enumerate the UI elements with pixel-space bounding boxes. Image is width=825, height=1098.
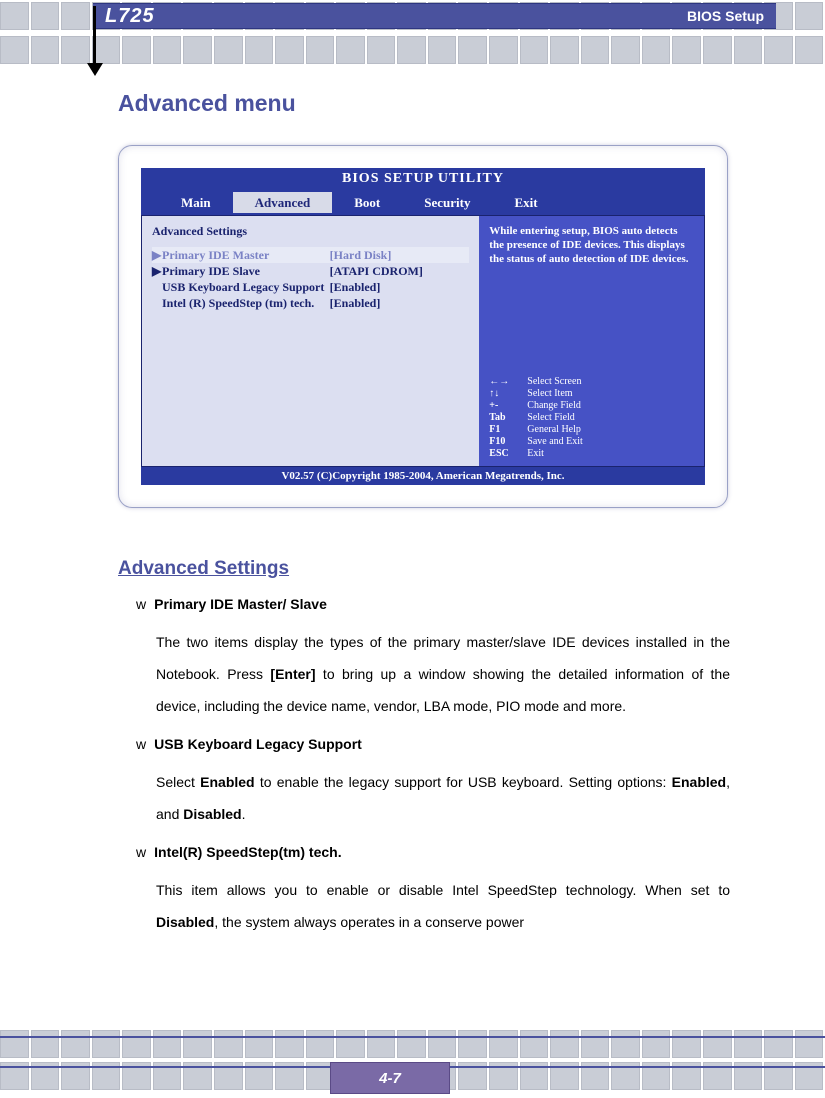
- bios-key-desc: Exit: [527, 448, 544, 460]
- bios-row-label-text: Intel (R) SpeedStep (tm) tech.: [162, 296, 314, 310]
- header-bar: L725 BIOS Setup: [93, 3, 776, 29]
- bios-row[interactable]: ▶Primary IDE Slave[ATAPI CDROM]: [152, 263, 469, 279]
- bios-key-row: ESCExit: [489, 448, 694, 460]
- bold-text: Enabled: [672, 774, 726, 790]
- bios-left-heading: Advanced Settings: [152, 224, 469, 239]
- bios-tab-main[interactable]: Main: [159, 192, 233, 213]
- setting-item: w Primary IDE Master/ Slave The two items …: [136, 596, 730, 722]
- bios-row-label-text: Primary IDE Slave: [162, 264, 260, 278]
- settings-title: Advanced Settings: [118, 558, 730, 580]
- bullet-icon: w: [136, 596, 146, 612]
- bios-key-legend: ←→Select Screen↑↓Select Item+-Change Fie…: [489, 376, 694, 460]
- bios-key-desc: Select Screen: [527, 376, 581, 388]
- bios-key-row: TabSelect Field: [489, 412, 694, 424]
- bios-row-label-text: USB Keyboard Legacy Support: [162, 280, 324, 294]
- bold-text: [Enter]: [270, 666, 315, 682]
- section-label: BIOS Setup: [687, 8, 764, 24]
- bios-tabs: MainAdvancedBootSecurityExit: [141, 190, 705, 215]
- setting-item-head: w Primary IDE Master/ Slave: [136, 596, 730, 612]
- bios-row-label-text: Primary IDE Master: [162, 248, 269, 262]
- bios-row-value: [ATAPI CDROM]: [330, 263, 470, 279]
- pointer-icon: ▶: [152, 247, 162, 263]
- bios-tab-advanced[interactable]: Advanced: [233, 192, 333, 213]
- arrow-stem: [93, 6, 96, 64]
- bold-text: Disabled: [156, 914, 214, 930]
- bios-key: ↑↓: [489, 388, 527, 400]
- bullet-icon: w: [136, 736, 146, 752]
- bios-tab-boot[interactable]: Boot: [332, 192, 402, 213]
- bios-row[interactable]: Intel (R) SpeedStep (tm) tech. [Enabled]: [152, 295, 469, 311]
- model-label: L725: [105, 5, 155, 28]
- bold-text: Enabled: [200, 774, 254, 790]
- bios-row-label: ▶Primary IDE Master: [152, 247, 330, 263]
- bios-key-row: ←→Select Screen: [489, 376, 694, 388]
- bios-key-row: F1General Help: [489, 424, 694, 436]
- bios-row-value: [Enabled]: [330, 279, 470, 295]
- bios-row-label: USB Keyboard Legacy Support: [152, 279, 330, 295]
- setting-item-head: w Intel(R) SpeedStep(tm) tech.: [136, 844, 730, 860]
- bios-key: Tab: [489, 412, 527, 424]
- body-text: Select: [156, 774, 200, 790]
- bios-key-desc: Select Field: [527, 412, 575, 424]
- bios-help-text: While entering setup, BIOS auto detects …: [489, 224, 694, 266]
- setting-item-body: This item allows you to enable or disabl…: [156, 874, 730, 938]
- bios-row[interactable]: USB Keyboard Legacy Support [Enabled]: [152, 279, 469, 295]
- bios-row-label: Intel (R) SpeedStep (tm) tech.: [152, 295, 330, 311]
- deco-strip-top-2: [0, 36, 825, 70]
- setting-item-body: The two items display the types of the p…: [156, 626, 730, 722]
- bios-key: F10: [489, 436, 527, 448]
- setting-item-title: Primary IDE Master/ Slave: [154, 596, 327, 612]
- arrow-down-icon: [87, 63, 103, 76]
- bios-right-pane: While entering setup, BIOS auto detects …: [479, 216, 704, 466]
- bios-key: F1: [489, 424, 527, 436]
- bios-screen: BIOS SETUP UTILITY MainAdvancedBootSecur…: [141, 168, 705, 485]
- setting-item-title: Intel(R) SpeedStep(tm) tech.: [154, 844, 341, 860]
- bios-key-row: ↑↓Select Item: [489, 388, 694, 400]
- bullet-icon: w: [136, 844, 146, 860]
- bios-key: +-: [489, 400, 527, 412]
- bios-key-desc: Save and Exit: [527, 436, 583, 448]
- bios-left-pane: Advanced Settings ▶Primary IDE Master[Ha…: [142, 216, 479, 466]
- page-number: 4-7: [330, 1062, 450, 1094]
- pointer-icon: ▶: [152, 263, 162, 279]
- bios-tab-exit[interactable]: Exit: [492, 192, 559, 213]
- bios-key-desc: General Help: [527, 424, 581, 436]
- bios-screenshot-frame: BIOS SETUP UTILITY MainAdvancedBootSecur…: [118, 145, 728, 508]
- body-text: .: [242, 806, 246, 822]
- bold-text: Disabled: [183, 806, 241, 822]
- bios-key: ESC: [489, 448, 527, 460]
- setting-item-title: USB Keyboard Legacy Support: [154, 736, 362, 752]
- body-text: This item allows you to enable or disabl…: [156, 882, 730, 898]
- bios-key: ←→: [489, 376, 527, 388]
- bios-key-desc: Change Field: [527, 400, 581, 412]
- setting-item-body: Select Enabled to enable the legacy supp…: [156, 766, 730, 830]
- body-text: , the system always operates in a conser…: [214, 914, 524, 930]
- bios-tab-security[interactable]: Security: [402, 192, 492, 213]
- bios-row-value: [Enabled]: [330, 295, 470, 311]
- setting-item: w Intel(R) SpeedStep(tm) tech. This item a…: [136, 844, 730, 938]
- bios-key-desc: Select Item: [527, 388, 572, 400]
- body-text: to enable the legacy support for USB key…: [255, 774, 672, 790]
- rule-1: [0, 1036, 825, 1038]
- bios-row-label: ▶Primary IDE Slave: [152, 263, 330, 279]
- setting-item: w USB Keyboard Legacy Support Select Enabl…: [136, 736, 730, 830]
- setting-item-head: w USB Keyboard Legacy Support: [136, 736, 730, 752]
- bios-key-row: +-Change Field: [489, 400, 694, 412]
- bios-footer: V02.57 (C)Copyright 1985-2004, American …: [141, 467, 705, 485]
- bios-row[interactable]: ▶Primary IDE Master[Hard Disk]: [152, 247, 469, 263]
- bios-utility-title: BIOS SETUP UTILITY: [141, 168, 705, 190]
- bios-row-value: [Hard Disk]: [330, 247, 470, 263]
- bios-body: Advanced Settings ▶Primary IDE Master[Ha…: [141, 215, 705, 467]
- page-title: Advanced menu: [118, 90, 730, 117]
- bios-key-row: F10Save and Exit: [489, 436, 694, 448]
